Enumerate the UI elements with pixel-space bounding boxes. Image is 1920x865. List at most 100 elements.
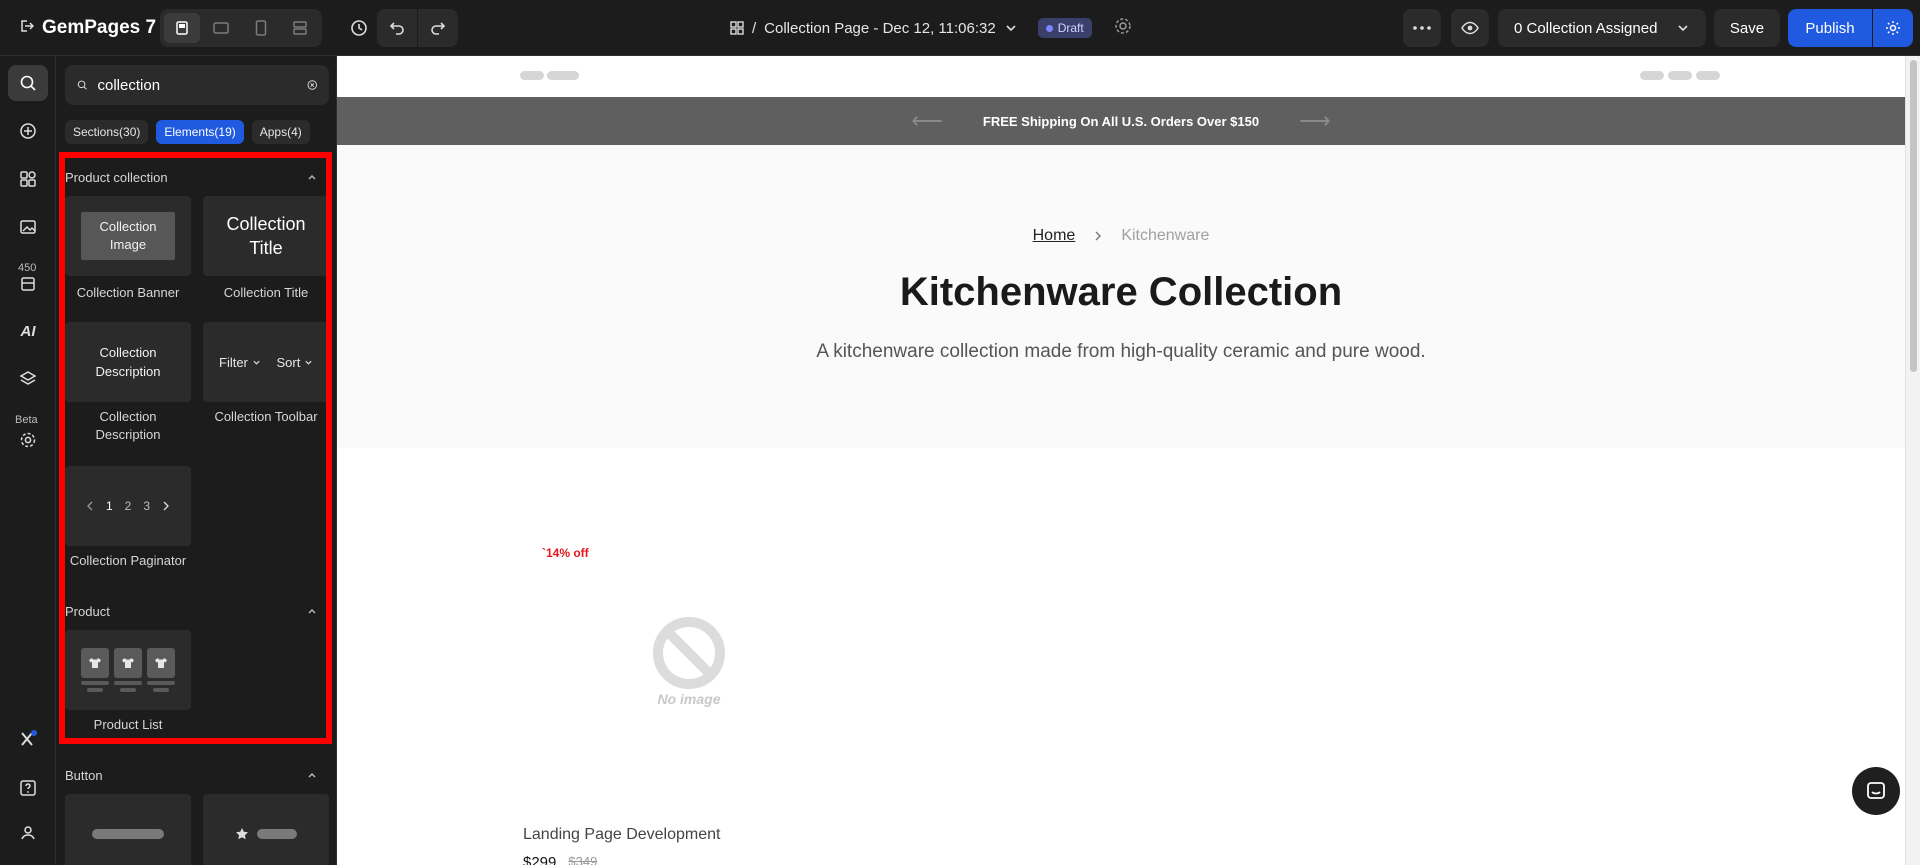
publish-settings-button[interactable] xyxy=(1873,9,1913,47)
clear-search-icon[interactable] xyxy=(307,77,318,93)
breadcrumb-current: Kitchenware xyxy=(1121,227,1210,244)
left-rail: 450 AI Beta xyxy=(0,56,56,865)
account-rail-button[interactable] xyxy=(8,814,48,850)
search-box[interactable] xyxy=(65,65,329,105)
scrollbar-thumb[interactable] xyxy=(1910,60,1917,372)
header-logo-placeholder xyxy=(520,71,579,80)
eye-icon xyxy=(1461,21,1479,35)
media-rail-button[interactable] xyxy=(8,209,48,245)
add-element-rail-button[interactable] xyxy=(8,113,48,149)
save-button[interactable]: Save xyxy=(1714,9,1780,47)
chat-icon xyxy=(1867,782,1885,799)
layers-rail-button[interactable] xyxy=(8,361,48,397)
element-card-icon-button[interactable] xyxy=(203,794,329,865)
status-badge: Draft xyxy=(1037,18,1092,38)
help-icon xyxy=(20,780,36,796)
page-selector[interactable]: / Collection Page - Dec 12, 11:06:32 Dra… xyxy=(730,15,1132,41)
product-price: $299 xyxy=(523,854,557,865)
help-rail-button[interactable] xyxy=(8,770,48,806)
publish-button[interactable]: Publish xyxy=(1788,9,1872,47)
product-image-placeholder[interactable]: No image xyxy=(623,615,755,723)
arrow-left-icon[interactable]: ⟵ xyxy=(911,108,943,134)
undo-icon xyxy=(389,22,404,35)
layout-icon xyxy=(21,277,35,291)
gear-icon xyxy=(1886,21,1900,35)
brand-name: GemPages 7 xyxy=(42,17,157,38)
placeholder-bar xyxy=(1668,71,1692,80)
product-compare-price: $349 xyxy=(568,854,598,865)
chevron-down-icon xyxy=(1678,25,1688,32)
search-icon xyxy=(77,80,87,90)
canvas-scrollbar[interactable] xyxy=(1905,56,1920,865)
brand[interactable]: GemPages 7 xyxy=(18,16,156,40)
more-options-button[interactable] xyxy=(1403,9,1441,47)
placeholder-bar xyxy=(520,71,544,80)
collection-assign-dropdown[interactable]: 0 Collection Assigned xyxy=(1498,9,1706,47)
history-button[interactable] xyxy=(340,9,378,47)
placeholder-bar xyxy=(1696,71,1720,80)
page-title-slash: / xyxy=(752,19,757,37)
placeholder-bar xyxy=(1640,71,1664,80)
ai-rail-button[interactable]: AI xyxy=(8,313,48,349)
integrations-rail-button[interactable] xyxy=(8,721,48,757)
placeholder-bar xyxy=(547,71,579,80)
chevron-down-icon xyxy=(1006,25,1016,32)
tab-sections[interactable]: Sections(30) xyxy=(65,120,149,144)
search-icon xyxy=(20,75,36,91)
widgets-rail-button[interactable] xyxy=(8,161,48,197)
responsive-view-button[interactable] xyxy=(283,13,319,43)
announcement-text: FREE Shipping On All U.S. Orders Over $1… xyxy=(982,113,1260,129)
search-input[interactable] xyxy=(97,76,297,94)
group-title-button: Button xyxy=(65,768,103,783)
theme-settings-rail-button[interactable] xyxy=(8,422,48,458)
chevron-right-icon xyxy=(1095,231,1102,241)
tab-elements[interactable]: Elements(19) xyxy=(156,120,244,144)
settings-icon[interactable] xyxy=(1114,17,1132,39)
user-icon xyxy=(21,826,35,840)
status-text: Draft xyxy=(1057,21,1084,35)
top-toolbar: GemPages 7 / Collection Page - Dec 12, 1… xyxy=(0,0,1920,56)
collection-banner: Home Kitchenware Kitchenware Collection … xyxy=(337,145,1905,448)
preview-button[interactable] xyxy=(1451,9,1489,47)
pages-icon xyxy=(730,21,744,35)
breadcrumb-home[interactable]: Home xyxy=(1033,227,1076,245)
result-filter-tabs: Sections(30) Elements(19) Apps(4) xyxy=(65,120,310,144)
more-icon xyxy=(1413,26,1431,30)
ai-icon: AI xyxy=(20,322,36,340)
product-price-row: $299 $349 xyxy=(523,854,597,865)
image-icon xyxy=(20,220,36,234)
star-icon xyxy=(236,828,248,840)
button-preview xyxy=(92,829,164,839)
layers-icon xyxy=(19,371,37,385)
undo-redo-group xyxy=(377,9,458,47)
redo-button[interactable] xyxy=(417,9,457,47)
tablet-icon xyxy=(213,22,229,34)
chat-support-button[interactable] xyxy=(1852,767,1900,815)
pages-rail-button[interactable] xyxy=(8,266,48,302)
assign-label: 0 Collection Assigned xyxy=(1514,19,1658,37)
desktop-view-button[interactable] xyxy=(164,13,200,43)
highlight-annotation-box xyxy=(59,152,332,744)
gear-icon xyxy=(20,432,36,448)
breadcrumb: Home Kitchenware xyxy=(337,227,1905,245)
chevron-up-icon[interactable] xyxy=(306,769,318,781)
widgets-icon xyxy=(20,171,36,187)
redo-icon xyxy=(430,22,445,35)
tablet-view-button[interactable] xyxy=(204,13,240,43)
product-title[interactable]: Landing Page Development xyxy=(523,826,720,844)
tab-apps[interactable]: Apps(4) xyxy=(251,120,310,144)
announcement-bar: ⟵ FREE Shipping On All U.S. Orders Over … xyxy=(337,97,1905,145)
desktop-icon xyxy=(176,21,188,35)
button-preview xyxy=(257,829,297,839)
element-card-button[interactable] xyxy=(65,794,191,865)
exit-icon[interactable] xyxy=(18,18,35,39)
sale-badge: `14% off xyxy=(542,546,589,560)
arrow-right-icon[interactable]: ⟶ xyxy=(1299,108,1331,134)
page-title: Collection Page - Dec 12, 11:06:32 xyxy=(764,19,996,37)
search-rail-button[interactable] xyxy=(8,65,48,101)
responsive-icon xyxy=(293,21,307,35)
undo-button[interactable] xyxy=(377,9,417,47)
clock-icon xyxy=(351,20,367,36)
mobile-view-button[interactable] xyxy=(243,13,279,43)
page-canvas: ⟵ FREE Shipping On All U.S. Orders Over … xyxy=(337,56,1905,865)
